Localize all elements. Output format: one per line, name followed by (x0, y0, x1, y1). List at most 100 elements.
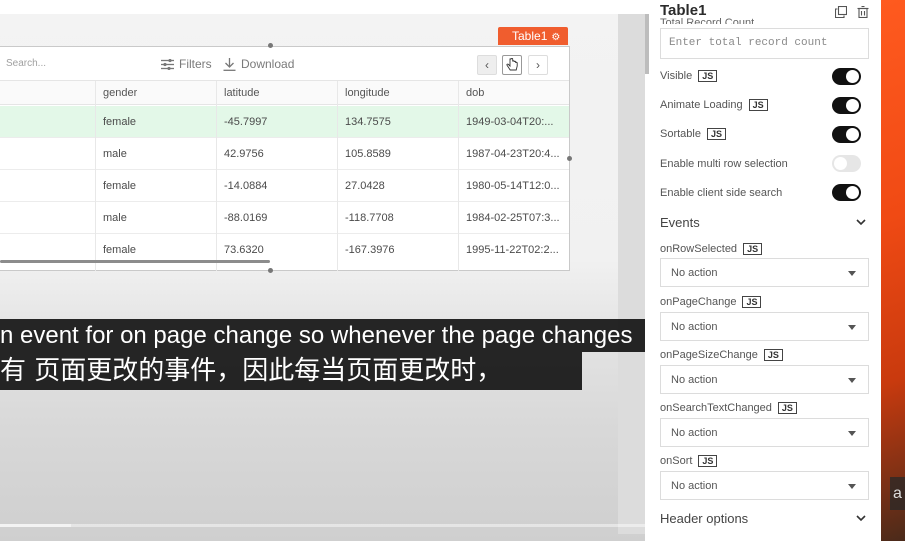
js-toggle-button[interactable]: JS (706, 128, 726, 140)
sortable-toggle[interactable] (832, 126, 861, 143)
js-toggle-button[interactable]: JS (763, 349, 783, 361)
cell-gender: female (103, 116, 137, 128)
page-number-button[interactable] (502, 55, 522, 75)
download-button[interactable]: Download (223, 57, 294, 71)
pane-scrollbar[interactable] (645, 14, 649, 74)
cell-dob: 1949-03-04T20:... (466, 116, 554, 128)
event-row-selected: onRowSelected JS (660, 243, 763, 255)
sort-action-select[interactable]: No action (660, 471, 869, 500)
subtitle-chinese: 有 页面更改的事件，因此每当页面更改时， (0, 352, 582, 390)
row-selected-action-select[interactable]: No action (660, 258, 869, 287)
visible-toggle[interactable] (832, 68, 861, 85)
cell-longitude: -118.7708 (345, 212, 394, 224)
js-toggle-button[interactable]: JS (743, 243, 763, 255)
event-page-change: onPageChange JS (660, 296, 762, 308)
event-row-selected-label: onRowSelected (660, 243, 738, 255)
canvas-edge (618, 14, 645, 534)
caret-down-icon (848, 484, 856, 489)
table-toolbar: Search... Filters Download ‹ › (0, 47, 569, 81)
video-progress-fill (0, 524, 71, 527)
gear-icon[interactable]: ⚙ (551, 32, 560, 43)
column-divider (337, 81, 338, 271)
select-value: No action (671, 427, 718, 439)
table-row[interactable]: male -88.0169 -118.7708 1984-02-25T07:3.… (0, 202, 569, 234)
js-toggle-button[interactable]: JS (698, 455, 718, 467)
cell-gender: male (103, 212, 127, 224)
editor-canvas: Table1 ⚙ Search... Filters Download ‹ › g… (0, 0, 645, 541)
events-heading: Events (660, 215, 700, 230)
cell-longitude: 27.0428 (345, 180, 385, 192)
hand-cursor-icon (506, 57, 518, 71)
select-value: No action (671, 321, 718, 333)
download-label: Download (241, 57, 295, 71)
cell-longitude: 134.7575 (345, 116, 391, 128)
cell-gender: male (103, 148, 127, 160)
page-size-change-action-select[interactable]: No action (660, 365, 869, 394)
event-search-text-changed-label: onSearchTextChanged (660, 402, 772, 414)
filters-button[interactable]: Filters (161, 57, 212, 71)
total-record-input[interactable]: Enter total record count (660, 28, 869, 59)
caret-down-icon (848, 431, 856, 436)
widget-name-label: Table1 (512, 29, 548, 43)
next-page-button[interactable]: › (528, 55, 548, 75)
select-value: No action (671, 267, 718, 279)
prev-page-button[interactable]: ‹ (477, 55, 497, 75)
prop-visible: Visible JS (660, 70, 718, 82)
js-toggle-button[interactable]: JS (698, 70, 718, 82)
column-header-latitude[interactable]: latitude (224, 87, 259, 99)
resize-handle-bottom[interactable] (268, 268, 273, 273)
cell-dob: 1987-04-23T20:4... (466, 148, 560, 160)
column-divider (95, 81, 96, 271)
background-video-edge (881, 0, 905, 541)
chevron-left-icon: ‹ (485, 58, 489, 72)
prop-visible-label: Visible (660, 70, 693, 82)
chevron-down-icon (856, 219, 866, 226)
column-header-longitude[interactable]: longitude (345, 87, 390, 99)
client-search-toggle[interactable] (832, 184, 861, 201)
cell-longitude: -167.3976 (345, 244, 395, 256)
resize-handle-top[interactable] (268, 43, 273, 48)
js-toggle-button[interactable]: JS (748, 99, 768, 111)
copy-icon[interactable] (835, 6, 847, 18)
event-sort: onSort JS (660, 455, 718, 467)
table-row[interactable]: female -45.7997 134.7575 1949-03-04T20:.… (0, 106, 569, 138)
prop-sortable-label: Sortable (660, 128, 701, 140)
page-change-action-select[interactable]: No action (660, 312, 869, 341)
cell-longitude: 105.8589 (345, 148, 391, 160)
prop-sortable: Sortable JS (660, 128, 726, 140)
events-section-header[interactable]: Events (660, 215, 866, 230)
prop-animate-loading-label: Animate Loading (660, 99, 743, 111)
multi-row-toggle[interactable] (832, 155, 861, 172)
video-progress-bar[interactable] (0, 524, 645, 527)
column-header-dob[interactable]: dob (466, 87, 566, 99)
caret-down-icon (848, 271, 856, 276)
corner-watermark: a (890, 477, 905, 510)
cell-latitude: -14.0884 (224, 180, 268, 192)
cell-gender: female (103, 180, 137, 192)
column-divider (458, 81, 459, 271)
column-header-gender[interactable]: gender (103, 87, 137, 99)
search-text-changed-action-select[interactable]: No action (660, 418, 869, 447)
total-record-label: Total Record Count (660, 17, 755, 24)
horizontal-scrollbar[interactable] (0, 260, 270, 263)
cell-latitude: 73.6320 (224, 244, 264, 256)
cell-latitude: -88.0169 (224, 212, 268, 224)
table-search-input[interactable]: Search... (6, 58, 46, 69)
js-toggle-button[interactable]: JS (742, 296, 762, 308)
js-toggle-button[interactable]: JS (777, 402, 797, 414)
subtitle-english: n event for on page change so whenever t… (0, 319, 657, 352)
caret-down-icon (848, 325, 856, 330)
table-row[interactable]: female -14.0884 27.0428 1980-05-14T12:0.… (0, 170, 569, 202)
delete-icon[interactable] (857, 6, 869, 18)
column-divider (216, 81, 217, 271)
resize-handle-right[interactable] (567, 156, 572, 161)
table-widget[interactable]: Search... Filters Download ‹ › gender la… (0, 46, 570, 271)
prop-client-search-label: Enable client side search (660, 187, 783, 199)
widget-name-tag[interactable]: Table1 ⚙ (498, 27, 569, 45)
table-row[interactable]: male 42.9756 105.8589 1987-04-23T20:4... (0, 138, 569, 170)
header-options-section-header[interactable]: Header options (660, 511, 866, 526)
animate-loading-toggle[interactable] (832, 97, 861, 114)
table-header-row: gender latitude longitude dob (0, 81, 569, 105)
cell-latitude: -45.7997 (224, 116, 268, 128)
event-page-size-change: onPageSizeChange JS (660, 349, 783, 361)
